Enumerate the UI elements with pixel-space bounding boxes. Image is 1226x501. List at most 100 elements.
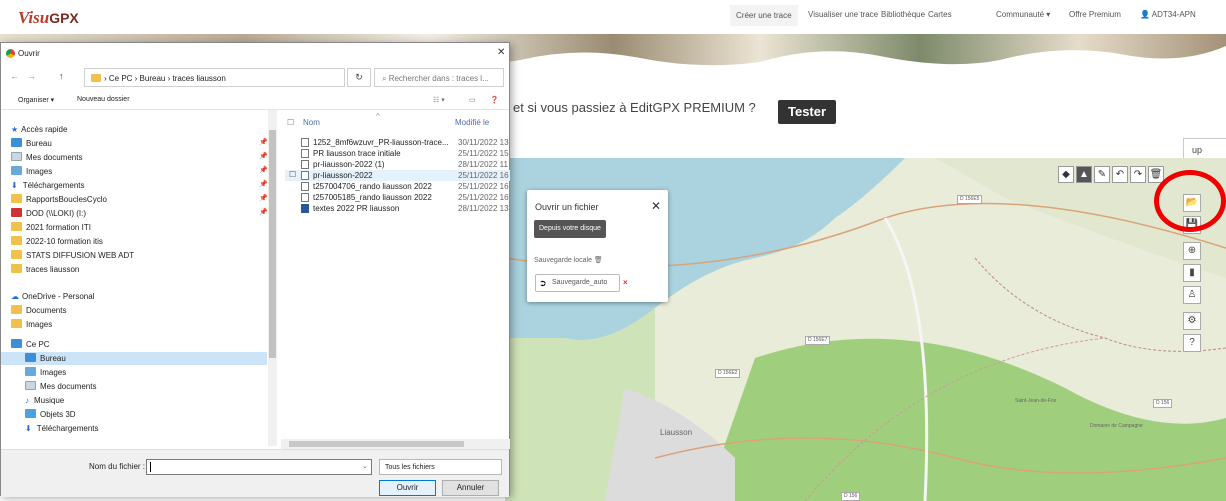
pin-icon[interactable]: 📌 — [259, 180, 268, 188]
file-row[interactable]: t257005185_rando liausson 2022 25/11/2022… — [285, 192, 510, 203]
edit-tool-icon[interactable]: ✎ — [1094, 166, 1110, 183]
pin-icon[interactable]: 📌 — [259, 166, 268, 174]
file-name: t257004706_rando liausson 2022 — [313, 182, 432, 191]
folder-icon — [11, 264, 22, 273]
back-icon[interactable]: ← — [10, 71, 19, 81]
file-row[interactable]: PR liausson trace initiale 25/11/2022 15 — [285, 148, 510, 159]
nav-item-images[interactable]: Images — [25, 366, 66, 379]
file-date: 30/11/2022 13 — [458, 138, 509, 147]
chevron-down-icon[interactable]: ⌄ — [362, 462, 368, 470]
nav-item-downloads[interactable]: ⬇ Téléchargements — [25, 422, 99, 435]
from-disk-button[interactable]: Depuis votre disque — [534, 220, 606, 238]
nav-item-bureau-selected[interactable]: Bureau — [1, 352, 267, 365]
marker-tool-icon[interactable]: ◆ — [1058, 166, 1074, 183]
file-icon — [301, 171, 309, 180]
pin-icon[interactable]: 📌 — [259, 138, 268, 146]
close-icon[interactable]: ✕ — [651, 199, 661, 213]
nav-library[interactable]: Bibliothèque — [881, 10, 925, 19]
file-row[interactable]: textes 2022 PR liausson 28/11/2022 13 — [285, 203, 510, 214]
nav-item-bureau[interactable]: Bureau — [11, 137, 52, 150]
nav-item-folder[interactable]: STATS DIFFUSION WEB ADT — [11, 249, 134, 262]
nav-scrollbar[interactable] — [268, 110, 277, 446]
select-all-checkbox[interactable]: ☐ — [287, 118, 294, 127]
folder-icon — [11, 194, 22, 203]
help-icon[interactable]: ? — [1183, 334, 1201, 352]
nav-item-3d-objects[interactable]: Objets 3D — [25, 408, 76, 421]
remove-autosave-icon[interactable]: × — [623, 278, 628, 287]
select-tool-icon[interactable]: ▲ — [1076, 166, 1092, 183]
user-menu[interactable]: 👤 ADT34-APN — [1140, 10, 1196, 19]
cancel-button[interactable]: Annuler — [442, 480, 499, 496]
open-button[interactable]: Ouvrir — [379, 480, 436, 496]
nav-item-folder[interactable]: traces liausson — [11, 263, 79, 276]
nav-premium-offer[interactable]: Offre Premium — [1069, 10, 1121, 19]
column-header-name[interactable]: Nom — [303, 118, 320, 127]
file-name: 1252_8mf6wzuvr_PR-liausson-trace... — [313, 138, 449, 147]
new-folder-button[interactable]: Nouveau dossier — [77, 96, 130, 103]
file-row[interactable]: pr-liausson-2022 (1) 28/11/2022 11 — [285, 159, 510, 170]
address-bar[interactable]: › Ce PC › Bureau › traces liausson — [84, 68, 345, 87]
close-icon[interactable]: ✕ — [497, 47, 505, 58]
undo-icon[interactable]: ↶ — [1112, 166, 1128, 183]
scroll-thumb[interactable] — [289, 441, 464, 447]
nav-label: Bureau — [40, 354, 66, 363]
layers-icon[interactable]: ▮ — [1183, 264, 1201, 282]
search-input[interactable]: ⌕ Rechercher dans : traces l... — [374, 68, 504, 87]
filename-input[interactable] — [146, 459, 372, 475]
image-icon — [11, 166, 22, 175]
help-icon[interactable]: ❓ — [490, 96, 499, 104]
nav-item-folder[interactable]: 2022-10 formation itis — [11, 235, 103, 248]
file-date: 25/11/2022 15 — [458, 149, 509, 158]
nav-quick-access[interactable]: ★ Accès rapide — [11, 123, 67, 136]
nav-create-trace[interactable]: Créer une trace — [730, 5, 798, 26]
nav-item-documents[interactable]: Mes documents — [25, 380, 96, 393]
road-label: D 156 — [841, 492, 861, 501]
nav-community[interactable]: Communauté ▾ — [996, 10, 1050, 19]
preview-pane-icon[interactable]: ▭ — [469, 96, 476, 104]
scroll-thumb[interactable] — [269, 130, 276, 358]
visugpx-logo[interactable]: VisuGPX — [18, 8, 79, 28]
locate-icon[interactable]: ⊕ — [1183, 242, 1201, 260]
try-premium-button[interactable]: Tester — [778, 100, 837, 124]
file-row-hovered[interactable]: ☐ pr-liausson-2022 25/11/2022 16 — [285, 170, 510, 181]
file-type-select[interactable]: Tous les fichiers — [379, 459, 502, 475]
dialog-title: Ouvrir — [18, 49, 40, 58]
nav-item-folder[interactable]: Documents — [11, 304, 66, 317]
up-icon[interactable]: ↑ — [59, 71, 64, 81]
view-options-icon[interactable]: ☷ ▾ — [433, 96, 445, 104]
file-row[interactable]: t257004706_rando liausson 2022 25/11/2022… — [285, 181, 510, 192]
forward-icon[interactable]: → — [27, 71, 36, 81]
row-checkbox[interactable]: ☐ — [289, 170, 296, 179]
nav-view-trace[interactable]: Visualiser une trace — [808, 10, 878, 19]
file-icon — [301, 182, 309, 191]
pin-icon[interactable]: 📌 — [259, 194, 268, 202]
nav-maps[interactable]: Cartes — [928, 10, 952, 19]
autosave-item[interactable]: ➲ Sauvegarde_auto — [535, 274, 620, 292]
nav-item-documents[interactable]: Mes documents — [11, 151, 82, 164]
redo-icon[interactable]: ↷ — [1130, 166, 1146, 183]
file-list-hscrollbar[interactable] — [281, 439, 510, 449]
pin-icon[interactable]: 📌 — [259, 152, 268, 160]
nav-item-downloads[interactable]: ⬇ Téléchargements — [11, 179, 85, 192]
file-row[interactable]: 1252_8mf6wzuvr_PR-liausson-trace... 30/11… — [285, 137, 510, 148]
nav-onedrive[interactable]: ☁ OneDrive - Personal — [11, 290, 94, 303]
map-edit-toolbar: ◆ ▲ ✎ ↶ ↷ 🗑 — [1058, 166, 1164, 184]
settings-icon[interactable]: ⚙ — [1183, 312, 1201, 330]
nav-label: Bureau — [26, 139, 52, 148]
upload-button[interactable]: up — [1183, 138, 1226, 160]
nav-item-music[interactable]: ♪ Musique — [25, 394, 64, 407]
nav-item-images[interactable]: Images — [11, 165, 52, 178]
nav-item-folder[interactable]: RapportsBouclesCyclo — [11, 193, 107, 206]
nav-item-network-drive[interactable]: DOD (\\LOKI) (I:) — [11, 207, 86, 220]
pegman-icon[interactable]: ♙ — [1183, 286, 1201, 304]
pin-icon[interactable]: 📌 — [259, 208, 268, 216]
organize-button[interactable]: Organiser ▾ — [18, 96, 54, 104]
nav-this-pc[interactable]: Ce PC — [11, 338, 50, 351]
top-navbar: VisuGPX Créer une trace Visualiser une t… — [0, 0, 1226, 34]
column-header-modified[interactable]: Modifié le — [455, 118, 489, 127]
nav-item-folder[interactable]: Images — [11, 318, 52, 331]
breadcrumb: › Ce PC › Bureau › traces liausson — [104, 74, 226, 83]
filename-label: Nom du fichier : — [89, 462, 146, 471]
nav-item-folder[interactable]: 2021 formation ITI — [11, 221, 91, 234]
refresh-icon[interactable]: ↻ — [347, 68, 371, 87]
